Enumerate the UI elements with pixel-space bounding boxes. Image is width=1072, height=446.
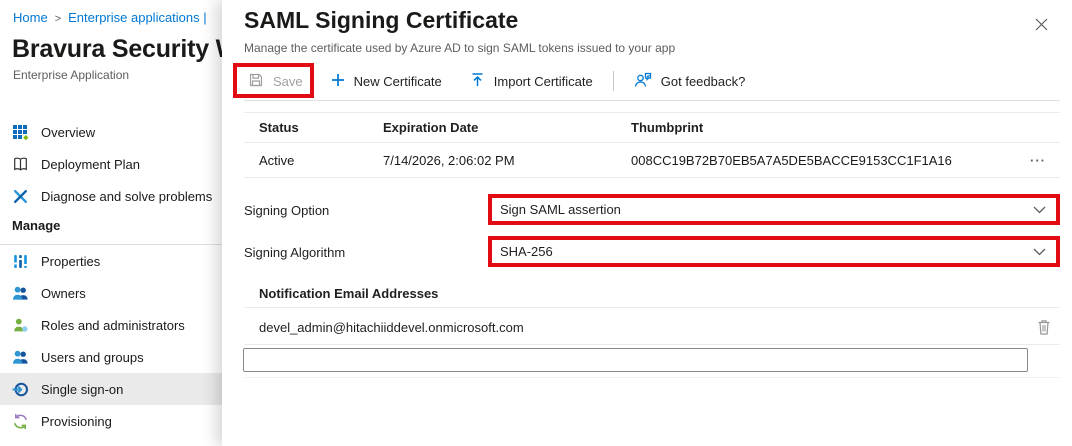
import-certificate-label: Import Certificate [493, 73, 593, 89]
divider [244, 307, 1060, 308]
sidebar-item-deployment-plan[interactable]: Deployment Plan [0, 148, 222, 180]
certificate-table: Status Expiration Date Thumbprint Active… [244, 112, 1060, 178]
sidebar-item-diagnose[interactable]: Diagnose and solve problems [0, 180, 222, 212]
signing-algorithm-annotation-box: SHA-256 [488, 236, 1060, 267]
sidebar-item-label: Owners [41, 285, 86, 301]
toolbar-divider-line [244, 100, 1060, 101]
chevron-down-icon [1033, 202, 1046, 217]
divider [244, 377, 1060, 378]
sidebar-item-overview[interactable]: Overview [0, 116, 222, 148]
sidebar-item-label: Provisioning [41, 413, 112, 429]
divider [244, 344, 1060, 345]
notification-emails-header: Notification Email Addresses [259, 286, 439, 301]
new-email-input[interactable] [243, 348, 1028, 372]
sidebar-item-provisioning[interactable]: Provisioning [0, 405, 222, 437]
sidebar-item-users-and-groups[interactable]: Users and groups [0, 341, 222, 373]
toolbar-divider [612, 71, 614, 91]
save-button-label: Save [273, 73, 303, 89]
page-subtitle: Enterprise Application [13, 68, 130, 82]
upload-icon [470, 72, 485, 91]
owners-icon [12, 285, 29, 302]
signing-algorithm-label: Signing Algorithm [244, 245, 346, 260]
certificate-expiration: 7/14/2026, 2:06:02 PM [383, 152, 515, 168]
sidebar-item-label: Diagnose and solve problems [41, 188, 213, 204]
signing-option-value: Sign SAML assertion [500, 202, 621, 217]
saml-signing-certificate-panel: SAML Signing Certificate Manage the cert… [222, 0, 1072, 446]
overview-icon [12, 124, 29, 141]
sidebar-item-owners[interactable]: Owners [0, 277, 222, 309]
deployment-plan-icon [12, 156, 29, 173]
chevron-down-icon [1033, 244, 1046, 259]
sidebar-item-single-sign-on[interactable]: Single sign-on [0, 373, 222, 405]
users-groups-icon [12, 349, 29, 366]
signing-option-dropdown[interactable]: Sign SAML assertion [492, 198, 1056, 221]
save-icon [248, 72, 264, 91]
plus-icon [331, 73, 345, 90]
sidebar-item-properties[interactable]: Properties [0, 245, 222, 277]
column-header-expiration: Expiration Date [383, 120, 479, 135]
sidebar-item-label: Properties [41, 253, 101, 269]
got-feedback-button[interactable]: Got feedback? [620, 64, 760, 98]
sidebar-section-manage: Manage [0, 218, 222, 245]
sidebar-nav: Overview Deployment Plan Diagnose and so… [0, 116, 222, 437]
panel-title: SAML Signing Certificate [244, 7, 519, 33]
delete-email-icon[interactable] [1034, 317, 1054, 337]
breadcrumb-home-link[interactable]: Home [13, 10, 48, 25]
got-feedback-label: Got feedback? [660, 73, 746, 89]
breadcrumb: Home > Enterprise applications | [13, 10, 207, 25]
sidebar-item-label: Users and groups [41, 349, 144, 365]
breadcrumb-enterprise-applications-link[interactable]: Enterprise applications | [68, 10, 207, 25]
panel-subtitle: Manage the certificate used by Azure AD … [244, 41, 676, 55]
sidebar-item-label: Roles and administrators [41, 317, 185, 333]
certificate-row: Active 7/14/2026, 2:06:02 PM 008CC19B72B… [244, 143, 1060, 178]
certificate-table-header: Status Expiration Date Thumbprint [244, 112, 1060, 143]
save-button[interactable]: Save [234, 64, 317, 98]
signing-option-label: Signing Option [244, 203, 330, 218]
sidebar-item-label: Deployment Plan [41, 156, 140, 172]
notification-email-value: devel_admin@hitachiiddevel.onmicrosoft.c… [259, 320, 524, 335]
close-icon[interactable] [1028, 11, 1054, 37]
column-header-status: Status [259, 120, 299, 135]
provisioning-icon [12, 413, 29, 430]
enterprise-app-page: Home > Enterprise applications | Bravura S… [0, 0, 222, 446]
sidebar-item-label: Overview [41, 124, 96, 140]
diagnose-icon [12, 188, 29, 205]
roles-administrators-icon [12, 317, 29, 334]
signing-algorithm-dropdown[interactable]: SHA-256 [492, 240, 1056, 263]
panel-toolbar: Save New Certificate Import Certificate … [234, 64, 759, 98]
column-header-thumbprint: Thumbprint [631, 120, 704, 135]
sidebar-item-label: Single sign-on [41, 381, 124, 397]
certificate-thumbprint: 008CC19B72B70EB5A7A5DE5BACCE9153CC1F1A16 [631, 152, 952, 168]
sidebar-item-roles-and-administrators[interactable]: Roles and administrators [0, 309, 222, 341]
breadcrumb-separator: > [54, 13, 62, 25]
certificate-status: Active [259, 152, 295, 168]
signing-algorithm-value: SHA-256 [500, 244, 553, 259]
new-certificate-button[interactable]: New Certificate [317, 64, 456, 98]
single-sign-on-icon [12, 381, 29, 398]
page-title: Bravura Security W [12, 35, 222, 63]
more-options-icon[interactable]: ··· [1016, 153, 1060, 168]
properties-icon [12, 253, 29, 270]
new-certificate-label: New Certificate [353, 73, 442, 89]
import-certificate-button[interactable]: Import Certificate [456, 64, 607, 98]
feedback-icon [634, 72, 652, 91]
signing-option-annotation-box: Sign SAML assertion [488, 194, 1060, 225]
